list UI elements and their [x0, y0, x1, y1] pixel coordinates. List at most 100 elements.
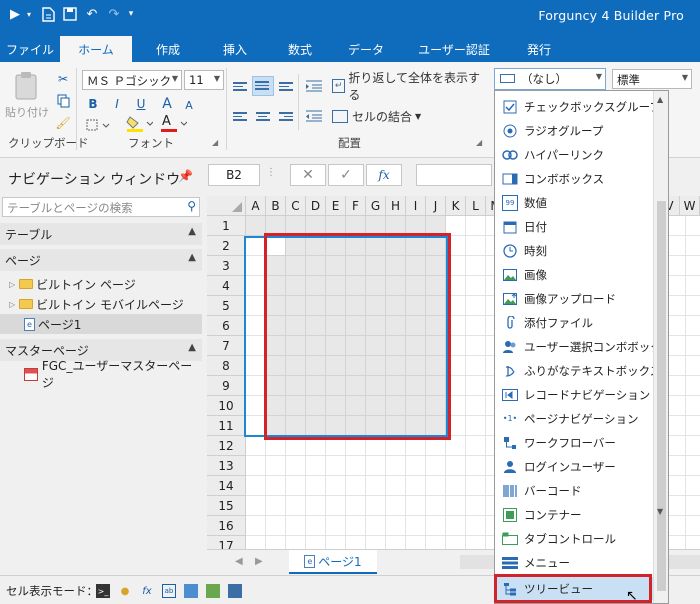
tree-item-master-page[interactable]: FGC_ユーザーマスターページ: [0, 359, 202, 390]
align-center-icon[interactable]: [256, 110, 272, 124]
tab-insert[interactable]: 挿入: [204, 36, 266, 62]
row-header[interactable]: 8: [207, 356, 246, 376]
column-header[interactable]: I: [406, 196, 426, 216]
customize-toolbar-icon[interactable]: ▾: [126, 4, 136, 24]
column-header[interactable]: W: [680, 196, 700, 216]
list-item[interactable]: コンボボックス: [495, 167, 653, 190]
paste-button[interactable]: 貼り付け: [2, 104, 52, 120]
search-icon[interactable]: ⚲: [187, 199, 196, 213]
align-right-icon[interactable]: [279, 110, 295, 124]
tree-item-page1[interactable]: e ページ1: [0, 314, 202, 334]
bold-button[interactable]: B: [84, 94, 102, 114]
list-item[interactable]: タブコントロール: [495, 527, 653, 550]
table-icon[interactable]: [228, 584, 242, 598]
underline-button[interactable]: U: [132, 94, 150, 114]
border-icon[interactable]: [84, 116, 112, 134]
scroll-up-icon[interactable]: ▲: [657, 95, 663, 104]
row-header[interactable]: 6: [207, 316, 246, 336]
italic-button[interactable]: I: [108, 94, 126, 114]
align-left-icon[interactable]: [233, 110, 249, 124]
list-item[interactable]: チェックボックスグループ: [495, 95, 661, 118]
style-combo[interactable]: 標準 ▼: [612, 69, 692, 89]
align-middle-button[interactable]: [252, 76, 274, 96]
row-header[interactable]: 13: [207, 456, 246, 476]
list-item[interactable]: •1• ページナビゲーション: [495, 407, 653, 430]
pin-icon[interactable]: 📌: [178, 169, 193, 183]
list-item[interactable]: メニュー: [495, 551, 653, 574]
formula-input[interactable]: [416, 164, 492, 186]
list-item[interactable]: ふりがなテキストボックス: [495, 359, 661, 382]
outdent-icon[interactable]: [304, 108, 324, 124]
row-header[interactable]: 11: [207, 416, 246, 436]
row-header[interactable]: 3: [207, 256, 246, 276]
row-header[interactable]: 17: [207, 536, 246, 549]
list-item[interactable]: 画像アップロード: [495, 287, 653, 310]
tab-file[interactable]: ファイル: [0, 36, 60, 62]
expand-icon[interactable]: ▷: [9, 300, 15, 309]
column-header[interactable]: L: [466, 196, 486, 216]
align-top-icon[interactable]: [233, 80, 249, 94]
save-icon[interactable]: [62, 4, 78, 24]
shrink-font-button[interactable]: A: [180, 96, 198, 114]
list-item[interactable]: ユーザー選択コンボボックス: [495, 335, 668, 358]
grow-font-button[interactable]: A: [158, 94, 176, 114]
row-header[interactable]: 14: [207, 476, 246, 496]
tab-home[interactable]: ホーム: [60, 36, 132, 62]
image-icon[interactable]: [206, 584, 220, 598]
list-item[interactable]: ワークフローバー: [495, 431, 653, 454]
sheet-next-icon[interactable]: ▶: [255, 556, 263, 567]
dialog-launcher-icon[interactable]: ◢: [212, 138, 218, 147]
indent-icon[interactable]: [304, 78, 324, 94]
row-header[interactable]: 2: [207, 236, 246, 256]
cell-type-combo[interactable]: （なし） ▼: [494, 68, 606, 90]
column-header[interactable]: A: [246, 196, 266, 216]
nav-section-tables[interactable]: テーブル ▲: [0, 223, 202, 245]
list-item[interactable]: レコードナビゲーション: [495, 383, 653, 406]
select-all-corner[interactable]: [207, 196, 246, 216]
row-header[interactable]: 12: [207, 436, 246, 456]
merge-cells-button[interactable]: セルの結合 ▼: [332, 106, 432, 126]
font-name-combo[interactable]: ＭＳ Ｐゴシック ▼: [82, 70, 182, 90]
row-header[interactable]: 16: [207, 516, 246, 536]
row-header[interactable]: 1: [207, 216, 246, 236]
run-icon[interactable]: ▶: [8, 4, 22, 24]
abc-icon[interactable]: ab: [162, 584, 176, 598]
column-header[interactable]: F: [346, 196, 366, 216]
list-item[interactable]: 99 数値: [495, 191, 653, 214]
font-color-icon[interactable]: A: [158, 114, 188, 134]
cell-type-icon[interactable]: [184, 584, 198, 598]
scroll-thumb[interactable]: [657, 201, 666, 591]
row-header[interactable]: 9: [207, 376, 246, 396]
nav-search-input[interactable]: テーブルとページの検索 ⚲: [2, 197, 200, 217]
column-header[interactable]: D: [306, 196, 326, 216]
column-header[interactable]: H: [386, 196, 406, 216]
cell-type-dropdown[interactable]: チェックボックスグループ ラジオグループ ハイパーリンク コンボボックス 99 …: [494, 90, 669, 604]
column-header[interactable]: E: [326, 196, 346, 216]
row-header[interactable]: 4: [207, 276, 246, 296]
copy-icon[interactable]: [54, 92, 72, 110]
insert-function-button[interactable]: fx: [366, 164, 402, 186]
align-bottom-icon[interactable]: [279, 80, 295, 94]
list-item[interactable]: 時刻: [495, 239, 653, 262]
new-file-icon[interactable]: [40, 4, 56, 24]
column-header[interactable]: C: [286, 196, 306, 216]
list-item[interactable]: 日付: [495, 215, 653, 238]
dialog-launcher-icon[interactable]: ◢: [476, 138, 482, 147]
tab-user-auth[interactable]: ユーザー認証: [398, 36, 510, 62]
row-header[interactable]: 5: [207, 296, 246, 316]
formula-icon[interactable]: fx: [140, 584, 154, 598]
font-size-combo[interactable]: 11 ▼: [184, 70, 224, 90]
paste-icon[interactable]: [6, 70, 46, 102]
column-header[interactable]: J: [426, 196, 446, 216]
cut-icon[interactable]: ✂: [54, 70, 72, 88]
column-header[interactable]: G: [366, 196, 386, 216]
undo-icon[interactable]: ↶: [84, 4, 100, 24]
tab-data[interactable]: データ: [334, 36, 398, 62]
confirm-button[interactable]: ✓: [328, 164, 364, 186]
column-header[interactable]: K: [446, 196, 466, 216]
sheet-tab-page1[interactable]: e ページ1: [289, 550, 377, 574]
column-header[interactable]: B: [266, 196, 286, 216]
dropdown-scrollbar[interactable]: ▲ ▼: [653, 91, 668, 603]
list-item[interactable]: ハイパーリンク: [495, 143, 653, 166]
nav-section-pages[interactable]: ページ ▲: [0, 249, 202, 271]
